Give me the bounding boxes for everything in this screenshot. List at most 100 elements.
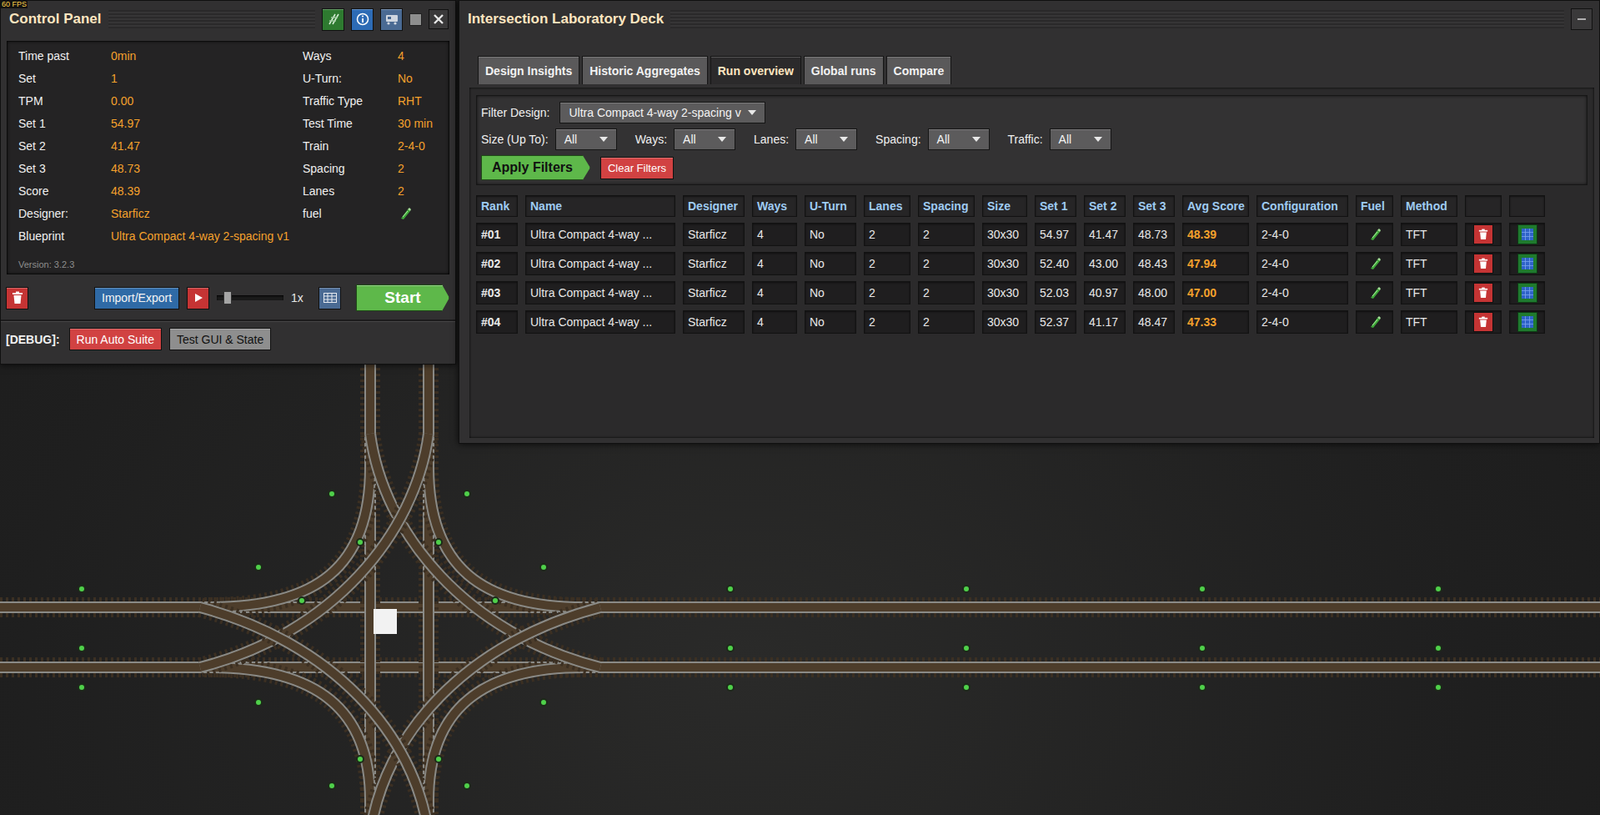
set3-cell: 48.47 (1133, 310, 1175, 334)
column-header[interactable] (1464, 195, 1502, 217)
ways-cell: 4 (752, 222, 798, 246)
column-header[interactable]: Spacing (917, 195, 975, 217)
train-button[interactable] (380, 8, 403, 31)
rail-signal-icon (327, 489, 337, 498)
rail-button[interactable] (321, 8, 345, 31)
blueprint-button[interactable] (1517, 311, 1538, 332)
filter-frame: Filter Design:Ultra Compact 4-way 2-spac… (476, 95, 1588, 186)
avg-score-cell: 47.94 (1182, 251, 1249, 276)
fuel-cell (1355, 310, 1394, 334)
column-header[interactable]: U-Turn (804, 195, 857, 217)
name-cell: Ultra Compact 4-way ... (525, 310, 676, 334)
stat-value: 41.47 (110, 139, 303, 153)
column-header[interactable]: Designer (682, 195, 745, 217)
fuel-icon (1367, 285, 1383, 301)
blueprint-cell (1509, 222, 1545, 246)
rail-signal-icon (539, 562, 548, 572)
delete-run-button[interactable] (1473, 311, 1494, 332)
column-header[interactable]: Avg Score (1182, 195, 1249, 217)
trash-icon (1478, 315, 1489, 328)
title-bar[interactable]: Intersection Laboratory Deck (459, 0, 1600, 38)
pin-toggle[interactable] (409, 13, 422, 26)
delete-run-button[interactable] (1473, 282, 1494, 303)
rank-cell: #03 (476, 280, 518, 305)
filter-dropdown[interactable]: All (795, 128, 858, 151)
start-button[interactable]: Start (356, 284, 450, 311)
filter-dropdown[interactable]: All (927, 128, 990, 151)
blueprint-button[interactable] (1517, 282, 1538, 303)
blueprint-cell (1509, 251, 1545, 276)
filter-dropdown[interactable]: All (1049, 128, 1112, 151)
set1-cell: 54.97 (1034, 222, 1077, 246)
column-header[interactable]: Fuel (1355, 195, 1394, 217)
column-header[interactable]: Configuration (1256, 195, 1349, 217)
filter-label: Lanes: (753, 132, 789, 146)
delete-run-button[interactable] (1473, 253, 1494, 274)
set1-cell: 52.37 (1034, 310, 1077, 334)
set2-cell: 41.47 (1083, 222, 1126, 246)
column-header[interactable]: Set 2 (1083, 195, 1126, 217)
column-header[interactable]: Set 3 (1133, 195, 1175, 217)
table-row[interactable]: #04Ultra Compact 4-way ...Starficz4No223… (476, 310, 1588, 334)
table-row[interactable]: #03Ultra Compact 4-way ...Starficz4No223… (476, 280, 1588, 305)
tab[interactable]: Run overview (710, 55, 802, 85)
column-header[interactable]: Ways (752, 195, 798, 217)
dropdown-value: All (564, 132, 578, 146)
column-header[interactable]: Size (982, 195, 1028, 217)
apply-filters-button[interactable]: Apply Filters (481, 155, 591, 181)
fps-counter: 60 FPS (0, 0, 28, 9)
column-header[interactable] (1509, 195, 1545, 217)
ways-cell: 4 (752, 310, 798, 334)
lanes-cell: 2 (863, 222, 911, 246)
tab[interactable]: Historic Aggregates (581, 55, 708, 85)
size-cell: 30x30 (982, 251, 1028, 276)
tab[interactable]: Global runs (803, 55, 884, 85)
dropdown-arrow-icon (972, 136, 981, 142)
column-header[interactable]: Lanes (863, 195, 911, 217)
drag-handle[interactable] (670, 10, 1565, 29)
debug-button[interactable]: Test GUI & State (169, 327, 271, 351)
speed-slider[interactable] (216, 290, 284, 306)
rail-icon (326, 12, 341, 26)
filter-label: Size (Up To): (481, 132, 549, 146)
info-button[interactable] (351, 8, 374, 31)
filter-dropdown[interactable]: All (555, 128, 617, 151)
column-header[interactable]: Rank (476, 195, 518, 217)
column-header[interactable]: Set 1 (1034, 195, 1077, 217)
slider-knob[interactable] (223, 290, 232, 305)
filter-dropdown[interactable]: All (673, 128, 736, 151)
delete-button[interactable] (5, 286, 29, 310)
tab[interactable]: Design Insights (477, 55, 580, 85)
name-cell: Ultra Compact 4-way ... (525, 280, 676, 305)
delete-run-button[interactable] (1473, 224, 1494, 245)
import-export-button[interactable]: Import/Export (94, 286, 180, 310)
rail-signal-icon (254, 562, 263, 572)
dropdown-value: Ultra Compact 4-way 2-spacing v (568, 105, 741, 120)
title-bar[interactable]: Control Panel (0, 0, 456, 38)
design-dropdown[interactable]: Ultra Compact 4-way 2-spacing v (559, 101, 765, 124)
column-header[interactable]: Name (525, 195, 676, 217)
set1-cell: 52.40 (1034, 251, 1077, 276)
dropdown-arrow-icon (747, 110, 757, 116)
info-icon (356, 12, 370, 26)
minimize-button[interactable] (1570, 8, 1593, 31)
debug-row: [DEBUG]:Run Auto SuiteTest GUI & State (0, 321, 456, 357)
tab[interactable]: Compare (886, 55, 953, 85)
tab-bar: Design InsightsHistoric AggregatesRun ov… (459, 37, 1600, 85)
clear-filters-button[interactable]: Clear Filters (600, 156, 674, 180)
blueprint-button[interactable] (1517, 224, 1538, 245)
blueprint-button[interactable] (1517, 253, 1538, 274)
drag-handle[interactable] (108, 10, 316, 29)
debug-button[interactable]: Run Auto Suite (69, 327, 162, 351)
rail-signal-icon (726, 682, 735, 692)
column-header[interactable]: Method (1400, 195, 1458, 217)
close-button[interactable] (428, 9, 449, 30)
locomotive-icon (373, 608, 397, 634)
run-overview-panel: Filter Design:Ultra Compact 4-way 2-spac… (469, 87, 1595, 438)
table-row[interactable]: #02Ultra Compact 4-way ...Starficz4No223… (476, 251, 1588, 276)
blueprint-cell (1509, 310, 1545, 334)
table-button[interactable] (318, 286, 342, 310)
stat-label: Score (18, 184, 111, 198)
table-row[interactable]: #01Ultra Compact 4-way ...Starficz4No223… (476, 222, 1588, 246)
play-button[interactable] (186, 286, 210, 310)
